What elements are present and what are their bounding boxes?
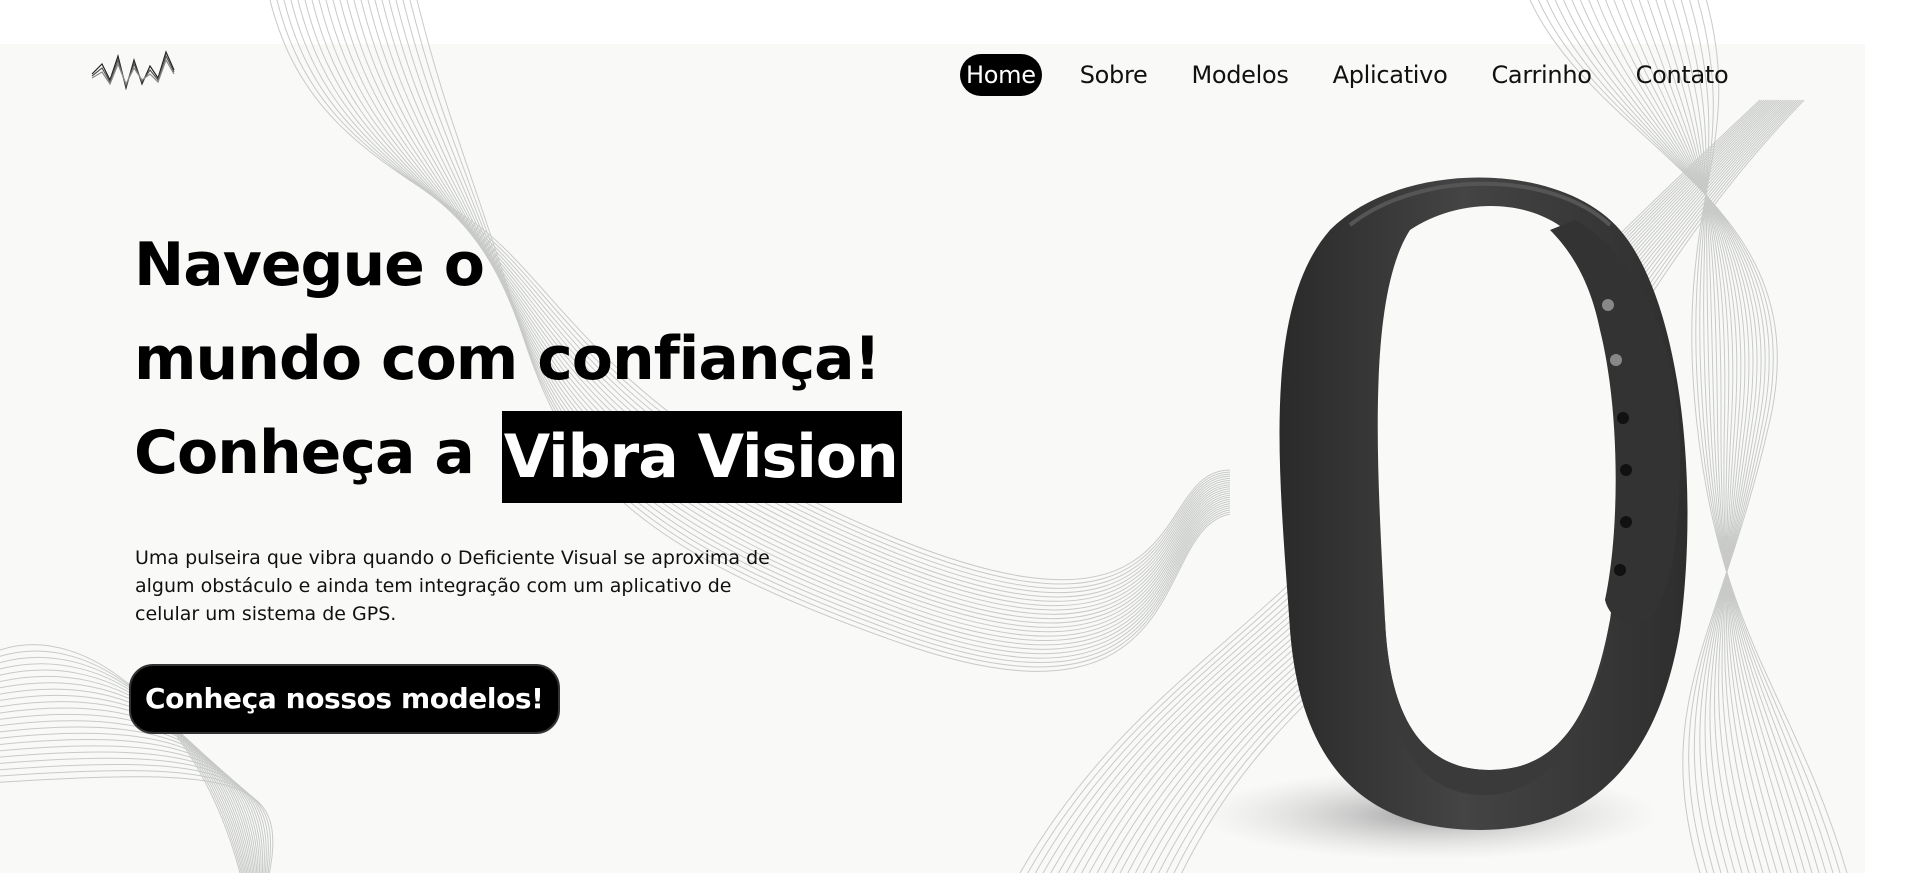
wave-line (0, 726, 259, 873)
nav-contato[interactable]: Contato (1630, 54, 1735, 96)
nav-home[interactable]: Home (960, 54, 1042, 96)
nav-aplicativo[interactable]: Aplicativo (1327, 54, 1454, 96)
headline-line-3: Conheça a Vibra Vision (134, 406, 902, 503)
sound-wave-icon[interactable] (88, 44, 176, 100)
nav-sobre[interactable]: Sobre (1074, 54, 1154, 96)
hero-description: Uma pulseira que vibra quando o Deficien… (135, 547, 770, 625)
nav-modelos[interactable]: Modelos (1185, 54, 1294, 96)
wave-line (0, 720, 258, 873)
hero-headline: Navegue o mundo com confiança! Conheça a… (134, 218, 902, 503)
main-nav: Home Sobre Modelos Aplicativo Carrinho C… (960, 51, 1766, 99)
headline-line-2: mundo com confiança! (134, 324, 881, 394)
see-models-button[interactable]: Conheça nossos modelos! (129, 664, 560, 734)
page: Home Sobre Modelos Aplicativo Carrinho C… (0, 0, 1920, 873)
wristband-image (1200, 177, 1688, 860)
brand-name-highlight: Vibra Vision (501, 411, 902, 503)
headline-line-1: Navegue o (134, 230, 485, 300)
wave-line (0, 739, 262, 873)
headline-line-3-text: Conheça a (134, 418, 475, 488)
nav-carrinho[interactable]: Carrinho (1485, 54, 1597, 96)
